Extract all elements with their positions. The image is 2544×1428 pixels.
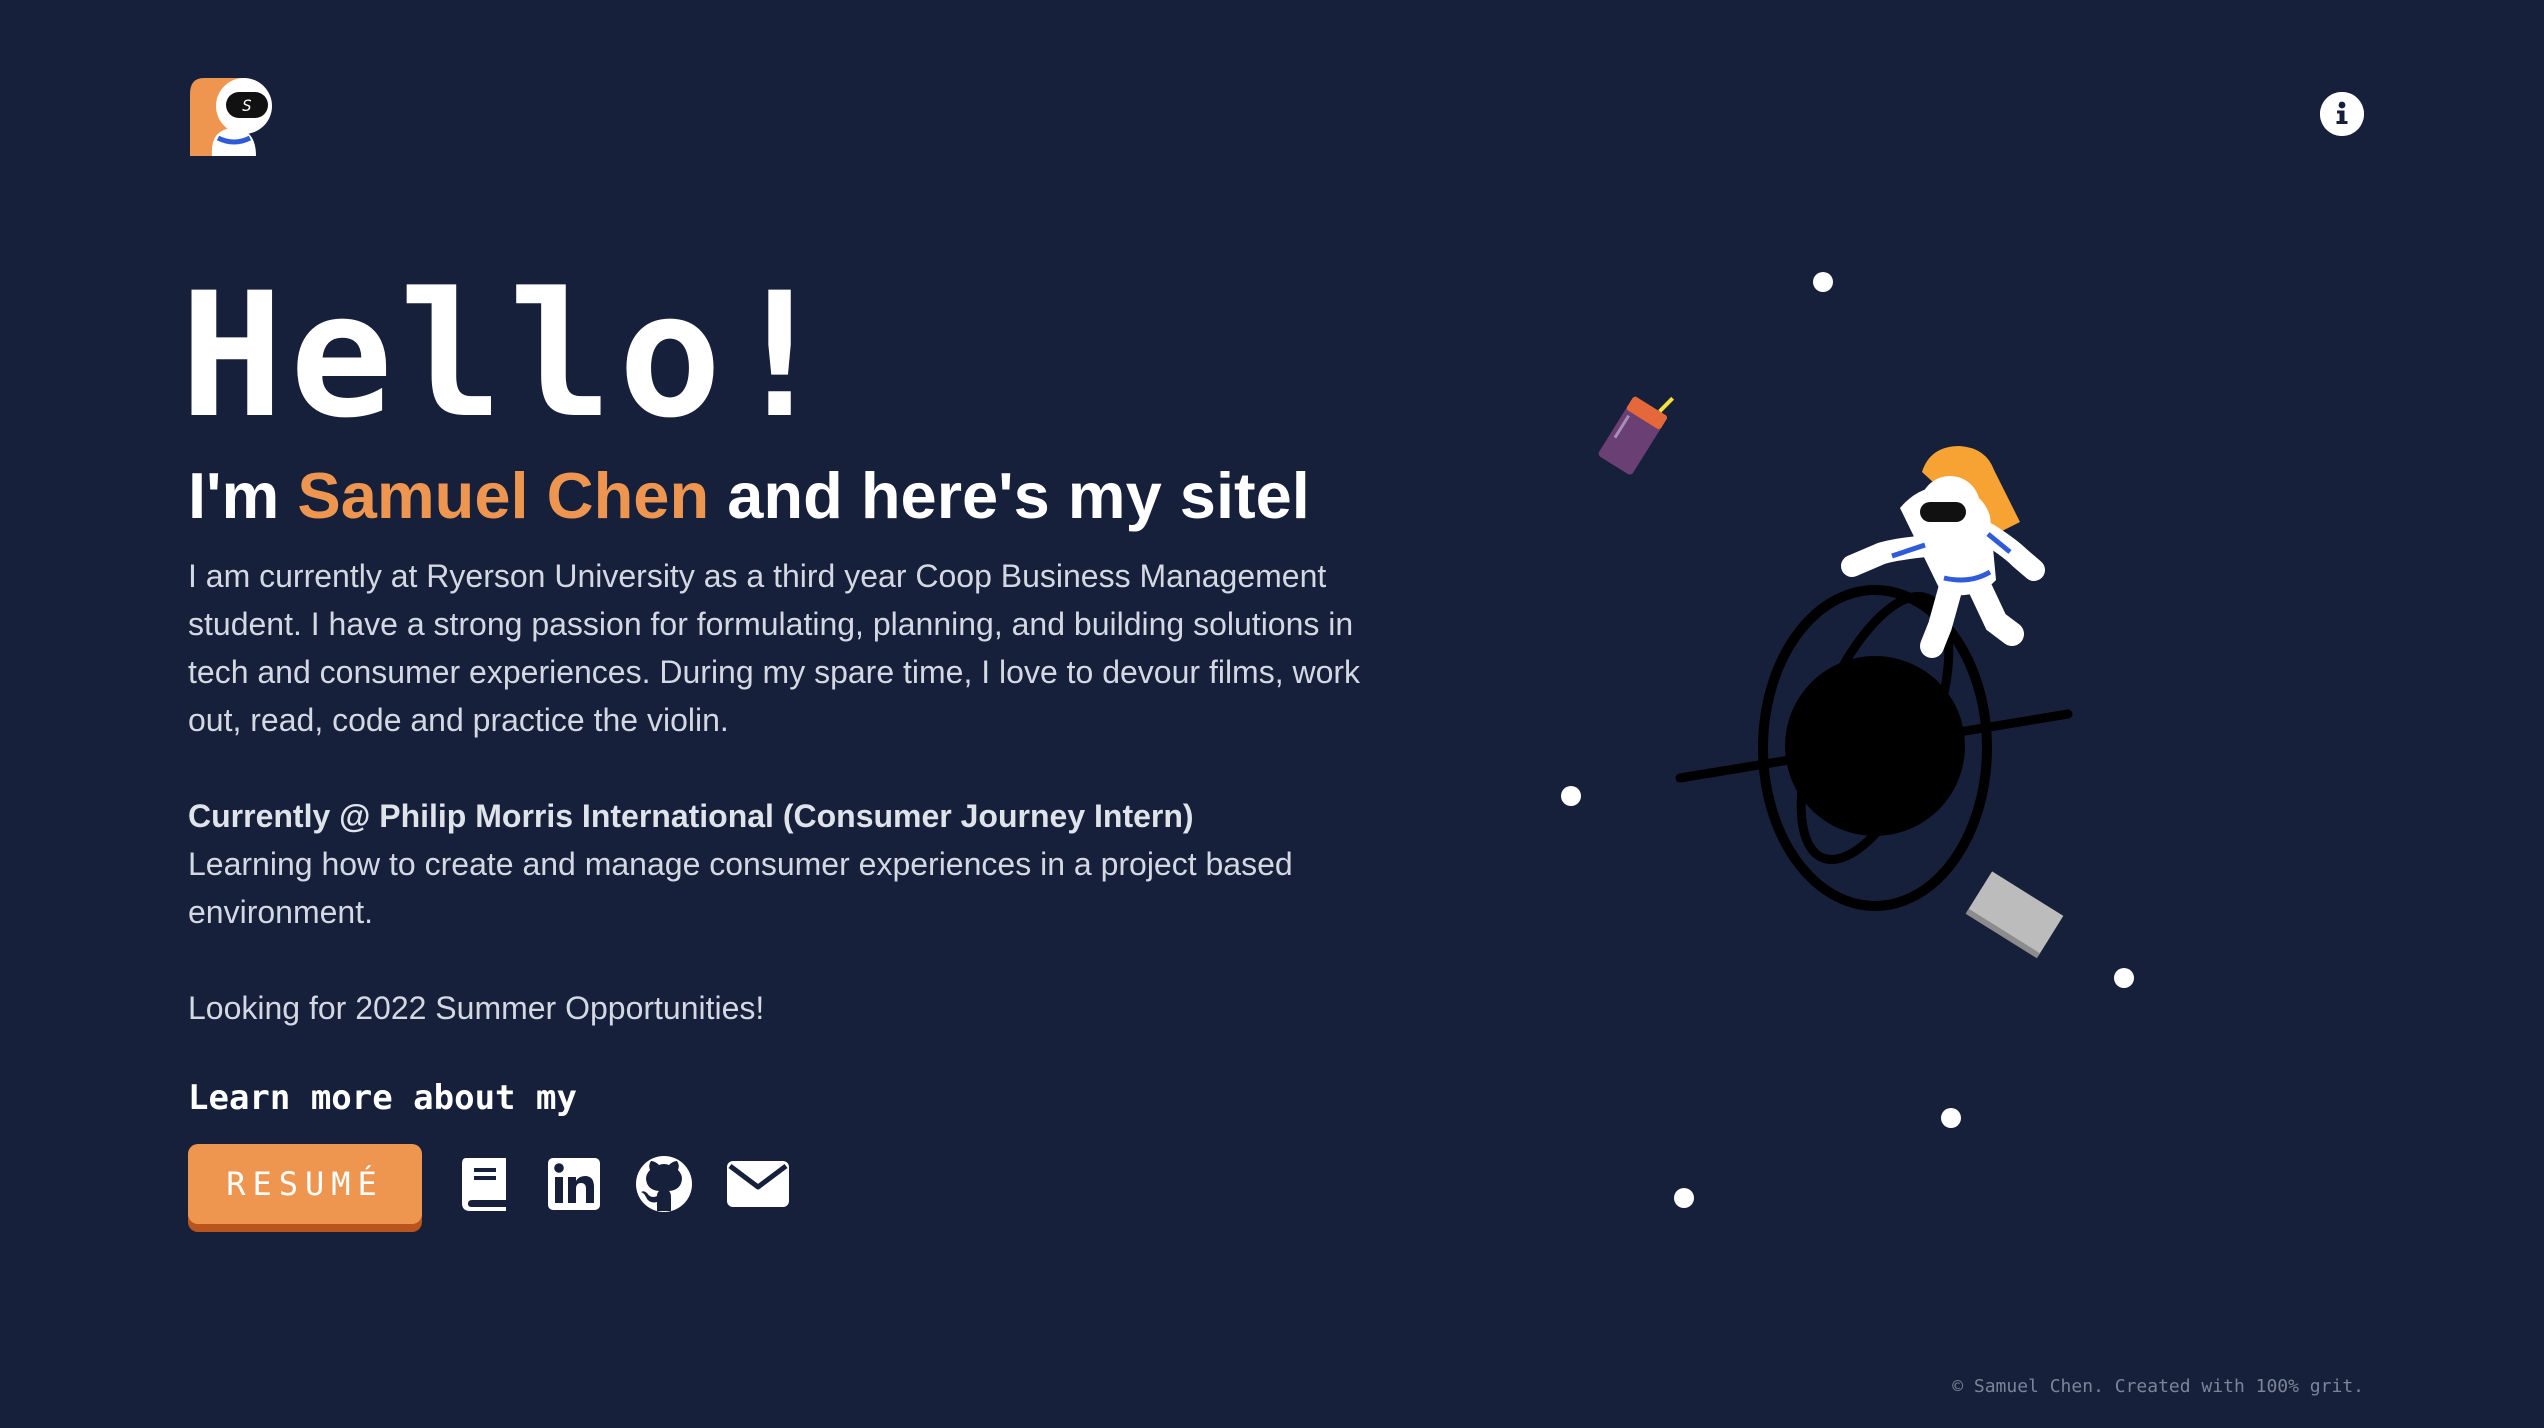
intro-prefix: I'm xyxy=(188,459,298,532)
star-icon xyxy=(1561,786,1581,806)
author-name: Samuel Chen xyxy=(297,459,710,532)
intro-suffix: and here's my sitel xyxy=(709,459,1310,532)
page: S Hello! I'm Samuel Chen and here's my s… xyxy=(0,0,2544,1428)
star-icon xyxy=(1674,1188,1694,1208)
space-illustration xyxy=(1561,272,2134,1208)
current-position-title: Currently @ Philip Morris International … xyxy=(188,798,1194,834)
intro-heading: I'm Samuel Chen and here's my sitel xyxy=(188,460,1310,532)
resume-button[interactable]: RESUMÉ xyxy=(188,1144,422,1224)
logo-avatar[interactable]: S xyxy=(188,72,276,156)
mail-icon xyxy=(727,1161,789,1207)
astronaut-avatar-icon: S xyxy=(190,78,272,156)
info-button[interactable] xyxy=(2320,92,2364,136)
learn-more-label: Learn more about my xyxy=(188,1078,577,1118)
bio-paragraph: I am currently at Ryerson University as … xyxy=(188,558,1361,738)
info-icon xyxy=(2320,92,2364,136)
card-icon xyxy=(1965,871,2064,959)
bottle-icon xyxy=(1598,396,1675,475)
star-icon xyxy=(1941,1108,1961,1128)
github-icon xyxy=(636,1156,692,1212)
footer-copyright: © Samuel Chen. Created with 100% grit. xyxy=(1952,1376,2364,1397)
github-link[interactable] xyxy=(634,1156,694,1212)
logo-letter: S xyxy=(242,96,252,115)
linkedin-link[interactable] xyxy=(546,1156,602,1212)
book-icon xyxy=(462,1158,506,1211)
star-icon xyxy=(2114,968,2134,988)
linkedin-icon xyxy=(548,1158,600,1210)
page-title: Hello! xyxy=(180,255,838,456)
star-icon xyxy=(1813,272,1833,292)
current-position-description: Learning how to create and manage consum… xyxy=(188,846,1293,930)
blog-link[interactable] xyxy=(458,1156,514,1212)
email-link[interactable] xyxy=(726,1156,790,1212)
opportunities-text: Looking for 2022 Summer Opportunities! xyxy=(188,990,765,1026)
